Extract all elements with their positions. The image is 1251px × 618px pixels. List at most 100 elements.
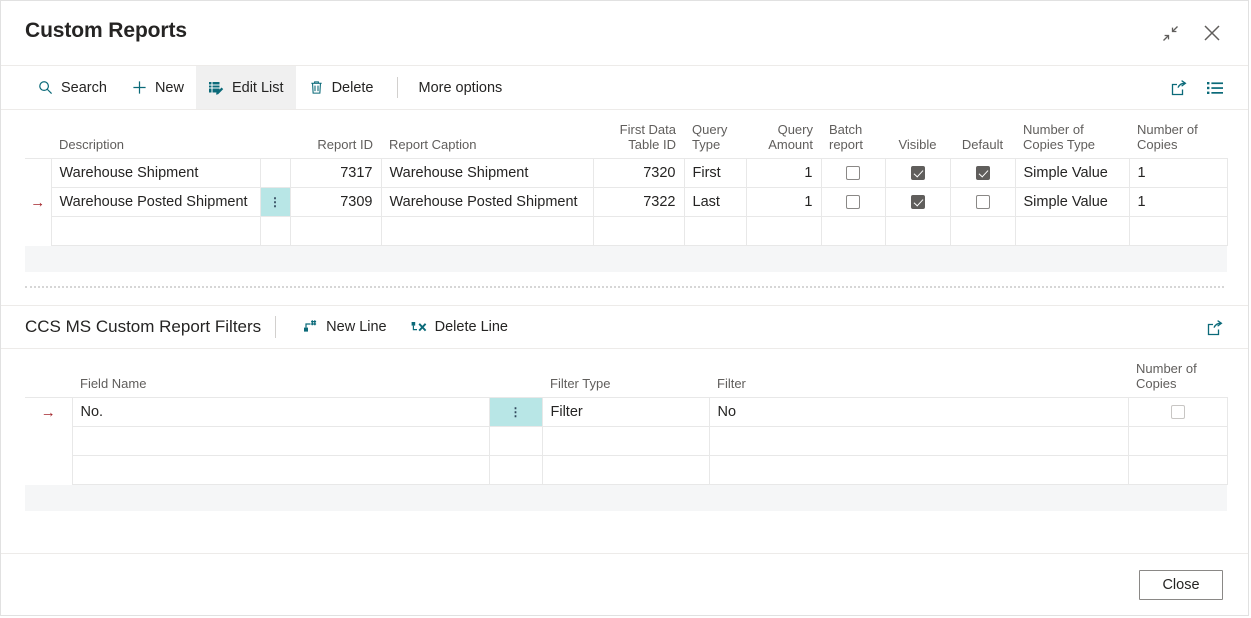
col-batch-report[interactable]: Batch report xyxy=(821,110,885,159)
cell-number-of-copies-type[interactable]: Simple Value xyxy=(1014,187,1130,217)
cell-report-id[interactable]: 7309 xyxy=(289,187,382,217)
cell-report-caption[interactable] xyxy=(380,216,594,246)
batch-report-checkbox[interactable] xyxy=(846,166,860,181)
new-button[interactable]: New xyxy=(119,66,196,109)
col-query-type[interactable]: Query Type xyxy=(684,110,746,159)
table-row[interactable]: → Warehouse Posted Shipment ⋮ 7309 Wareh… xyxy=(25,187,1228,217)
cell-default[interactable] xyxy=(949,158,1016,188)
cell-default[interactable] xyxy=(949,187,1016,217)
col-number-of-copies[interactable]: Number of Copies xyxy=(1128,349,1227,398)
cell-visible[interactable] xyxy=(884,216,951,246)
list-view-icon[interactable] xyxy=(1200,73,1230,103)
delete-line-icon xyxy=(411,319,428,336)
shrink-icon[interactable] xyxy=(1152,15,1188,51)
close-button[interactable]: Close xyxy=(1139,569,1223,600)
row-menu-icon[interactable]: ⋮ xyxy=(488,397,543,427)
cell-number-of-copies[interactable] xyxy=(1127,455,1228,485)
cell-query-type[interactable] xyxy=(683,216,747,246)
cell-filter-type[interactable] xyxy=(541,426,710,456)
cell-filter-type[interactable] xyxy=(541,455,710,485)
row-menu-icon[interactable] xyxy=(488,455,543,485)
cell-batch-report[interactable] xyxy=(820,158,886,188)
col-first-data-table-id[interactable]: First Data Table ID xyxy=(593,110,684,159)
number-of-copies-checkbox[interactable] xyxy=(1170,405,1185,420)
cell-number-of-copies-type[interactable] xyxy=(1014,216,1130,246)
cell-first-data-table-id[interactable] xyxy=(592,216,685,246)
title-bar: Custom Reports xyxy=(1,1,1248,65)
cell-first-data-table-id[interactable]: 7320 xyxy=(592,158,685,188)
row-menu-icon[interactable] xyxy=(488,426,543,456)
cell-visible[interactable] xyxy=(884,158,951,188)
cell-report-caption[interactable]: Warehouse Shipment xyxy=(380,158,594,188)
cell-query-type[interactable]: First xyxy=(683,158,747,188)
cell-filter[interactable] xyxy=(708,426,1129,456)
default-checkbox[interactable] xyxy=(975,166,990,181)
col-number-of-copies-type[interactable]: Number of Copies Type xyxy=(1015,110,1129,159)
new-line-button[interactable]: New Line xyxy=(290,319,398,336)
cell-batch-report[interactable] xyxy=(820,216,886,246)
table-row-new[interactable] xyxy=(25,216,1228,246)
cell-field-name[interactable] xyxy=(71,426,490,456)
row-menu-icon[interactable] xyxy=(259,158,291,188)
cell-batch-report[interactable] xyxy=(820,187,886,217)
delete-button[interactable]: Delete xyxy=(296,66,386,109)
table-row[interactable]: Warehouse Shipment 7317 Warehouse Shipme… xyxy=(25,158,1228,188)
cell-report-id[interactable]: 7317 xyxy=(289,158,382,188)
cell-report-id[interactable] xyxy=(289,216,382,246)
cell-filter[interactable] xyxy=(708,455,1129,485)
col-number-of-copies[interactable]: Number of Copies xyxy=(1129,110,1227,159)
batch-report-checkbox[interactable] xyxy=(846,195,860,210)
cell-number-of-copies-type[interactable]: Simple Value xyxy=(1014,158,1130,188)
cell-description[interactable] xyxy=(50,216,261,246)
share-icon[interactable] xyxy=(1164,73,1194,103)
row-indicator xyxy=(25,426,73,456)
delete-line-button[interactable]: Delete Line xyxy=(399,319,520,336)
cell-report-caption[interactable]: Warehouse Posted Shipment xyxy=(380,187,594,217)
cell-first-data-table-id[interactable]: 7322 xyxy=(592,187,685,217)
edit-list-button[interactable]: Edit List xyxy=(195,66,296,109)
default-checkbox[interactable] xyxy=(975,195,990,210)
share-icon[interactable] xyxy=(1200,313,1230,343)
cell-visible[interactable] xyxy=(884,187,951,217)
cell-number-of-copies[interactable] xyxy=(1127,397,1228,427)
cell-number-of-copies[interactable] xyxy=(1128,216,1228,246)
new-label: New xyxy=(154,79,184,96)
cell-query-amount[interactable] xyxy=(745,216,822,246)
col-filter[interactable]: Filter xyxy=(709,349,1128,398)
cell-field-name[interactable] xyxy=(71,455,490,485)
col-default[interactable]: Default xyxy=(950,110,1015,159)
list-item-new[interactable] xyxy=(25,426,1228,456)
cell-number-of-copies[interactable]: 1 xyxy=(1128,158,1228,188)
cell-filter[interactable]: No xyxy=(708,397,1129,427)
custom-reports-grid: Description Report ID Report Caption Fir… xyxy=(25,110,1228,246)
cell-field-name[interactable]: No. xyxy=(71,397,490,427)
edit-list-icon xyxy=(208,79,225,96)
visible-checkbox[interactable] xyxy=(910,166,925,181)
row-menu-icon[interactable]: ⋮ xyxy=(259,187,291,217)
col-query-amount[interactable]: Query Amount xyxy=(746,110,821,159)
search-button[interactable]: Search xyxy=(25,66,119,109)
col-field-name[interactable]: Field Name xyxy=(72,349,489,398)
col-filter-type[interactable]: Filter Type xyxy=(542,349,709,398)
close-icon[interactable] xyxy=(1194,15,1230,51)
cell-filter-type[interactable]: Filter xyxy=(541,397,710,427)
cell-query-type[interactable]: Last xyxy=(683,187,747,217)
visible-checkbox[interactable] xyxy=(910,195,925,210)
more-options-button[interactable]: More options xyxy=(410,66,510,109)
row-menu-icon[interactable] xyxy=(259,216,291,246)
list-item-new[interactable] xyxy=(25,455,1228,485)
cell-query-amount[interactable]: 1 xyxy=(745,158,822,188)
list-item[interactable]: → No. ⋮ Filter No xyxy=(25,397,1228,427)
cell-number-of-copies[interactable] xyxy=(1127,426,1228,456)
new-line-icon xyxy=(302,319,319,336)
col-report-id[interactable]: Report ID xyxy=(290,110,381,159)
cell-description[interactable]: Warehouse Posted Shipment xyxy=(50,187,261,217)
cell-description[interactable]: Warehouse Shipment xyxy=(50,158,261,188)
cell-query-amount[interactable]: 1 xyxy=(745,187,822,217)
col-visible[interactable]: Visible xyxy=(885,110,950,159)
col-indicator xyxy=(25,349,72,398)
col-report-caption[interactable]: Report Caption xyxy=(381,110,593,159)
cell-number-of-copies[interactable]: 1 xyxy=(1128,187,1228,217)
cell-default[interactable] xyxy=(949,216,1016,246)
col-description[interactable]: Description xyxy=(51,110,260,159)
